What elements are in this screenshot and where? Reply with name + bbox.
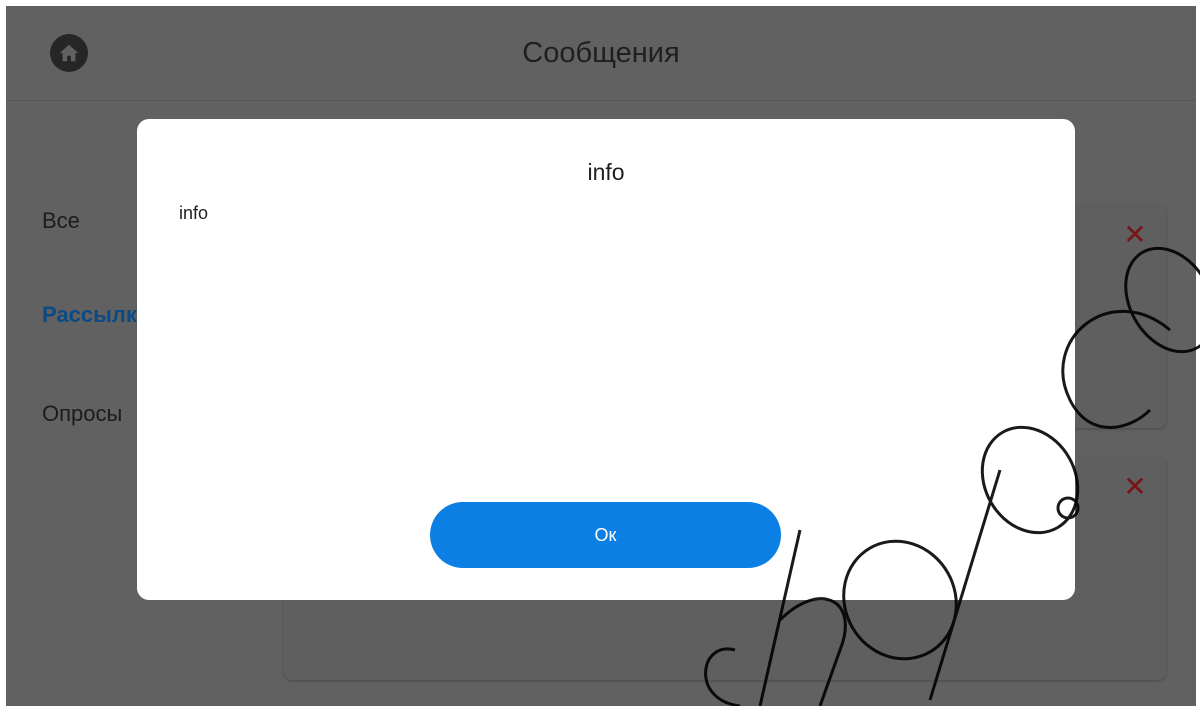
- dialog-title: info: [587, 159, 625, 185]
- close-icon[interactable]: ✕: [1122, 473, 1148, 501]
- sidebar-item-all[interactable]: Все: [42, 208, 80, 234]
- sidebar-item-broadcasts[interactable]: Рассылки: [42, 302, 150, 328]
- ok-button[interactable]: Ок: [430, 502, 781, 568]
- page-title: Сообщения: [522, 37, 680, 69]
- dialog-message: info: [179, 203, 209, 223]
- sidebar-item-polls[interactable]: Опросы: [42, 401, 122, 427]
- info-dialog: info info Ок: [137, 119, 1075, 600]
- close-icon[interactable]: ✕: [1122, 221, 1148, 249]
- header-bar: Сообщения: [6, 6, 1196, 101]
